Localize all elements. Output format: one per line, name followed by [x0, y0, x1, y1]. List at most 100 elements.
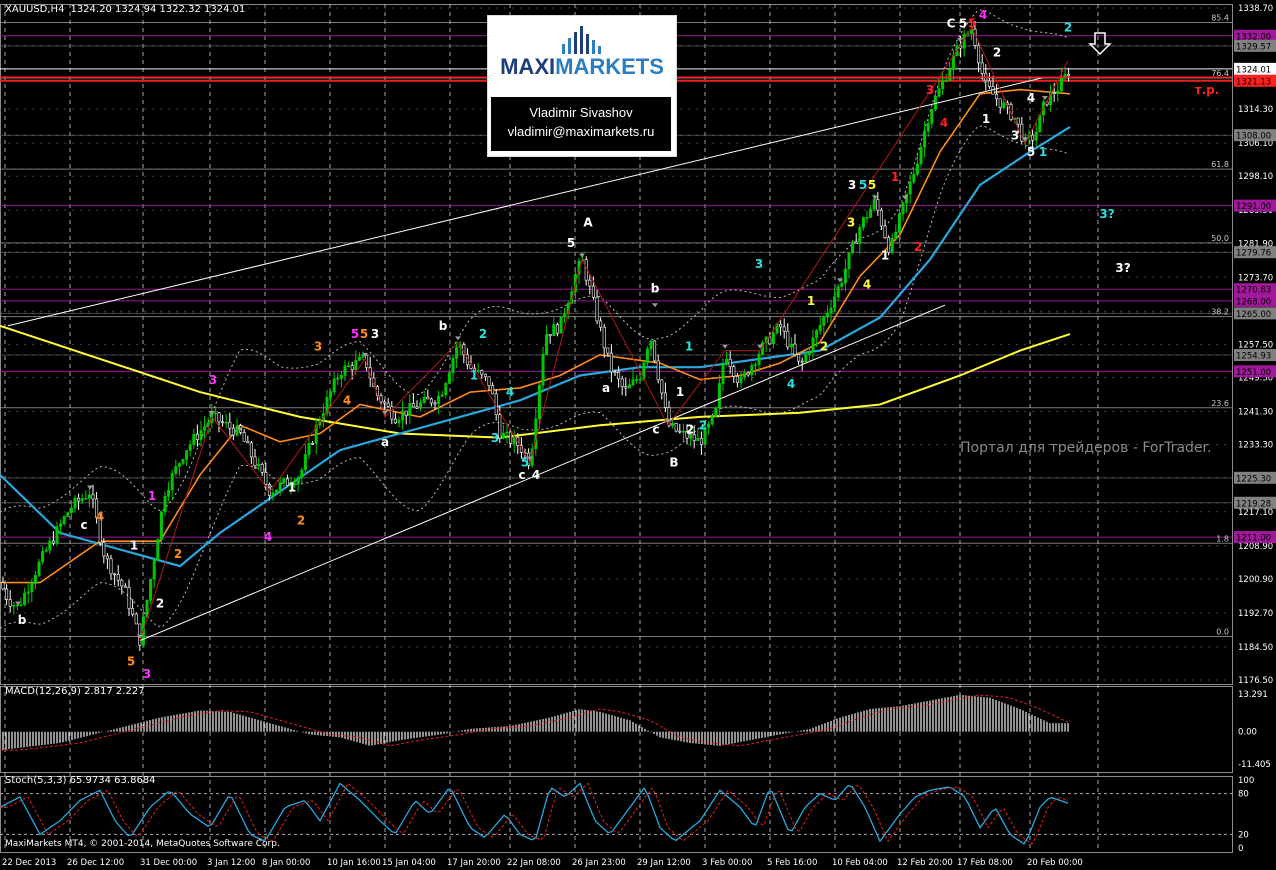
price-tag-text: 1265.00 [1236, 310, 1271, 320]
candle-body [606, 347, 610, 354]
wave-label: 1 [891, 170, 899, 184]
wave-label: c [80, 518, 87, 532]
time-label: 3 Jan 12:00 [207, 858, 255, 868]
candle-body [1002, 102, 1006, 108]
wave-label: 4 [940, 116, 948, 130]
candle-body [851, 241, 855, 254]
wave-label: 2 [699, 418, 707, 432]
macd-tick: 13.291 [1238, 690, 1268, 700]
candle-body [890, 237, 894, 253]
candle-body [995, 93, 999, 100]
price-tick: 1314.30 [1238, 105, 1273, 115]
candle-body [768, 336, 772, 345]
candle-body [674, 422, 678, 432]
candle-body [361, 354, 365, 358]
brand-name: MAXIMARKETS [488, 54, 676, 80]
candle-body [5, 588, 9, 600]
candle-body [455, 346, 459, 359]
candle-body [1067, 73, 1071, 76]
candle-body [386, 402, 390, 407]
candle-body [905, 193, 909, 204]
candle-body [750, 365, 754, 376]
candle-body [213, 412, 217, 415]
macd-title: MACD(12,26,9) 2.817 2.227 [5, 686, 145, 697]
candle-body [26, 591, 30, 594]
candle-body [671, 422, 675, 427]
candle-body [926, 123, 930, 132]
candle-body [919, 146, 923, 165]
candle-body [822, 316, 826, 326]
candle-body [278, 482, 282, 491]
candle-body [350, 365, 354, 371]
candle-body [383, 401, 387, 404]
wave-label: 1 [685, 340, 693, 354]
time-axis: 22 Dec 2013 26 Dec 12:00 31 Dec 00:00 3 Jan… [2, 858, 1083, 868]
fib-label: 61.8 [1211, 160, 1229, 169]
candle-body [588, 279, 592, 287]
price-tag-text: 1308.00 [1236, 132, 1271, 142]
candle-body [1016, 117, 1020, 125]
candle-body [681, 431, 685, 433]
candle-body [415, 406, 419, 409]
candle-body [419, 402, 423, 409]
candle-body [829, 307, 833, 314]
candle-body [797, 354, 801, 362]
price-tag-text: 1254.93 [1236, 352, 1271, 362]
wave-label: 2 [993, 45, 1001, 59]
candle-body [987, 80, 991, 87]
candle-body [800, 360, 804, 363]
wave-label: 3 [371, 327, 379, 341]
candle-body [915, 163, 919, 175]
candle-body [433, 402, 437, 405]
candle-body [854, 241, 858, 244]
candle-body [307, 442, 311, 455]
candle-body [228, 421, 232, 429]
wave-label: 3 [143, 667, 151, 681]
wave-label: 1 [676, 385, 684, 399]
stoch-title: Stoch(5,3,3) 65.9734 63.8684 [5, 775, 156, 786]
wave-label: 5 [567, 236, 575, 250]
wave-label: 5 [968, 16, 976, 30]
wave-label: 2 [479, 327, 487, 341]
candle-body [242, 432, 246, 442]
wave-label: 3 [209, 373, 217, 387]
candle-body [84, 497, 88, 500]
candle-body [451, 358, 455, 374]
candle-body [152, 560, 156, 580]
candle-body [37, 561, 41, 576]
brand-part-2: MARKETS [555, 54, 664, 79]
price-tag-text: 1329.57 [1236, 42, 1271, 52]
time-label: 26 Dec 12:00 [67, 858, 124, 868]
candle-body [257, 464, 261, 467]
candle-body [231, 427, 235, 436]
candle-body [840, 282, 844, 287]
candle-body [167, 489, 171, 497]
time-label: 15 Jan 04:00 [382, 858, 436, 868]
price-tag-text: 1251.00 [1236, 368, 1271, 378]
wave-label: 1 [982, 112, 990, 126]
time-label: 17 Jan 20:00 [447, 858, 501, 868]
wave-label: 2 [914, 240, 922, 254]
brand-part-1: MAXI [500, 54, 556, 79]
candle-body [872, 199, 876, 210]
candle-body [627, 384, 631, 389]
price-tag-text: 1211.00 [1236, 534, 1271, 544]
candle-body [491, 385, 495, 395]
candle-body [660, 379, 664, 394]
stoch-tick: 80 [1238, 790, 1249, 800]
symbol-text: XAUUSD,H4 [5, 4, 64, 15]
candle-body [649, 340, 653, 350]
candle-body [825, 312, 829, 318]
candle-body [185, 450, 189, 460]
price-tick: 1200.90 [1238, 575, 1273, 585]
candle-body [480, 370, 484, 375]
wave-label: 4 [787, 377, 795, 391]
macd-tick: -11.405 [1238, 760, 1271, 770]
candle-body [177, 463, 181, 467]
candle-body [80, 498, 84, 502]
candle-body [253, 456, 257, 467]
candle-body [275, 489, 279, 494]
author-panel: Vladimir Sivashov vladimir@maximarkets.r… [491, 97, 671, 151]
wave-label: b [651, 282, 660, 296]
candle-body [591, 285, 595, 298]
